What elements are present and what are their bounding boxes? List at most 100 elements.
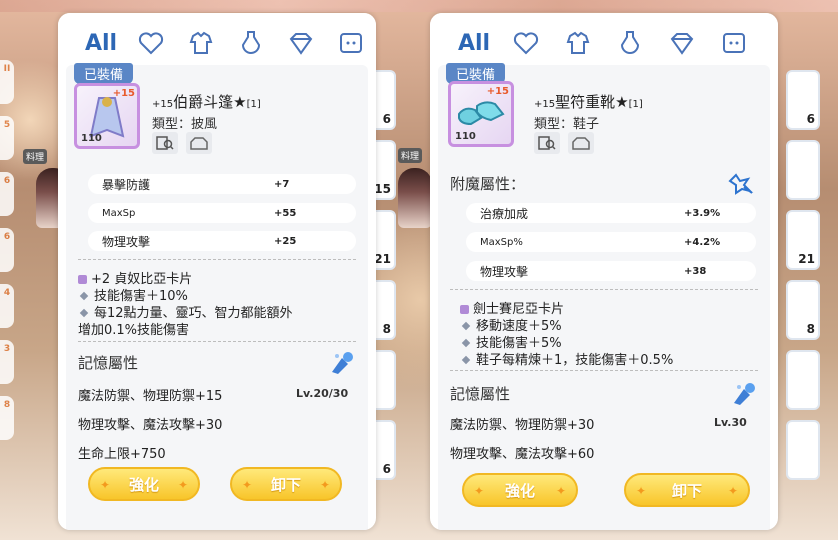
enhance-label: 強化 (504, 481, 535, 500)
item-detail-card: 已裝備 +15 110 +15聖符重靴★[1] 類型：鞋子 附魔屬性： 治療加成… (438, 63, 770, 530)
inventory-slot[interactable] (786, 140, 820, 200)
divider (78, 259, 356, 260)
inventory-slot[interactable]: 21 (786, 210, 820, 270)
tab-all-label: All (457, 30, 491, 56)
sparkle-icon: ✦ (727, 484, 738, 498)
tab-potion[interactable] (226, 25, 276, 61)
heart-icon (513, 32, 539, 55)
item-refine: +15 (534, 99, 556, 110)
stat-value: +38 (684, 265, 707, 277)
inventory-slot[interactable]: 8 (786, 280, 820, 340)
memory-level: Lv.30 (714, 416, 747, 429)
enhance-label: 強化 (128, 475, 159, 494)
tab-gem[interactable] (656, 25, 708, 61)
stat-name: 治療加成 (480, 206, 529, 221)
memory-attr: 魔法防禦、物理防禦+15 (78, 389, 223, 404)
unequip-button[interactable]: ✦ 卸下 ✦ (230, 467, 342, 501)
enchant-title: 附魔屬性： (450, 175, 526, 193)
bullet-icon (79, 308, 89, 318)
memory-attr: 生命上限+750 (78, 447, 166, 462)
pet-icon (340, 33, 362, 53)
inventory-slot[interactable] (786, 350, 820, 410)
enhance-button[interactable]: ✦ 強化 ✦ (88, 467, 200, 501)
stat-value: +25 (274, 235, 297, 247)
inventory-slot[interactable]: 6 (786, 70, 820, 130)
item-title: 聖符重靴★ (555, 93, 629, 111)
memory-potion-icon[interactable] (328, 350, 356, 374)
item-icon-cape[interactable]: +15 110 (74, 83, 140, 149)
stat-row: MaxSp% +4.2% (466, 232, 756, 252)
memory-attr: 物理攻擊、魔法攻擊+60 (450, 447, 595, 462)
equipment-panel-left: All 已裝備 +15 110 +15伯爵斗篷★[1] 類型：披風 暴擊防護 +… (58, 13, 376, 530)
inventory-slot[interactable] (786, 420, 820, 480)
edge-tab[interactable]: 3 (0, 340, 14, 384)
stat-name: 物理攻擊 (480, 264, 529, 279)
sparkle-icon: ✦ (242, 478, 253, 492)
tab-accessory[interactable] (500, 25, 552, 61)
inspect-button[interactable] (152, 132, 178, 154)
unequip-button[interactable]: ✦ 卸下 ✦ (624, 473, 750, 507)
tab-pet[interactable] (708, 25, 760, 61)
bullet-icon (461, 338, 471, 348)
edge-tab[interactable]: 4 (0, 284, 14, 328)
stat-name: 暴擊防護 (102, 177, 151, 192)
armor-icon (566, 31, 590, 54)
diamond-icon (670, 33, 694, 55)
tab-gem[interactable] (276, 25, 326, 61)
item-icon-boots[interactable]: +15 110 (448, 81, 514, 147)
stat-value: +55 (274, 207, 297, 219)
stat-row: 物理攻擊 +25 (88, 231, 356, 251)
edge-tab[interactable]: II (0, 60, 14, 104)
unequip-label: 卸下 (671, 481, 702, 500)
inspect-button[interactable] (534, 132, 560, 154)
edge-tab[interactable]: 6 (0, 228, 14, 272)
sparkle-icon: ✦ (474, 484, 485, 498)
compare-button[interactable] (186, 132, 212, 154)
memory-attr: 物理攻擊、魔法攻擊+30 (78, 418, 223, 433)
edge-tab[interactable]: 5 (0, 116, 14, 160)
heart-icon (138, 32, 164, 55)
gutter-label: 料理 (23, 149, 48, 164)
bullet-icon (79, 291, 89, 301)
item-level: 110 (455, 131, 476, 142)
divider (450, 370, 758, 371)
card-slot-icon (78, 275, 87, 284)
item-plus: +15 (112, 88, 135, 99)
gutter-label: 料理 (398, 148, 423, 163)
item-name: +15伯爵斗篷★[1] (152, 91, 261, 112)
equipment-panel-right: All 已裝備 +15 110 +15聖符重靴★[1] 類型：鞋子 附魔屬性： … (430, 13, 778, 530)
edge-tab[interactable]: 6 (0, 172, 14, 216)
divider (78, 341, 356, 342)
stat-value: +3.9% (684, 207, 721, 219)
divider (450, 289, 758, 290)
sparkle-icon: ✦ (555, 484, 566, 498)
enchant-icon[interactable] (728, 171, 756, 195)
card-effect: 鞋子每精煉＋1，技能傷害＋0.5% (460, 349, 673, 368)
tab-accessory[interactable] (126, 25, 176, 61)
tab-pet[interactable] (326, 25, 376, 61)
enhance-button[interactable]: ✦ 強化 ✦ (462, 473, 578, 507)
memory-potion-icon[interactable] (730, 381, 758, 405)
sparkle-icon: ✦ (100, 478, 111, 492)
compare-button[interactable] (568, 132, 594, 154)
stat-name: MaxSp% (480, 236, 523, 248)
sparkle-icon: ✦ (177, 478, 188, 492)
diamond-icon (289, 33, 313, 55)
tab-all-label: All (84, 30, 118, 56)
sparkle-icon: ✦ (636, 484, 647, 498)
bullet-icon (461, 321, 471, 331)
item-title: 伯爵斗篷★ (173, 93, 247, 111)
stat-row: 物理攻擊 +38 (466, 261, 756, 281)
tab-all[interactable]: All (448, 25, 500, 69)
tab-armor[interactable] (552, 25, 604, 61)
edge-tab[interactable]: 8 (0, 396, 14, 440)
sparkle-icon: ✦ (319, 478, 330, 492)
tab-all[interactable]: All (76, 25, 126, 69)
tab-armor[interactable] (176, 25, 226, 61)
bullet-icon (461, 355, 471, 365)
npc-character (398, 168, 432, 228)
tab-potion[interactable] (604, 25, 656, 61)
memory-level: Lv.20/30 (296, 387, 349, 400)
item-type: 類型：鞋子 (534, 117, 600, 132)
wardrobe-icon (572, 137, 590, 150)
